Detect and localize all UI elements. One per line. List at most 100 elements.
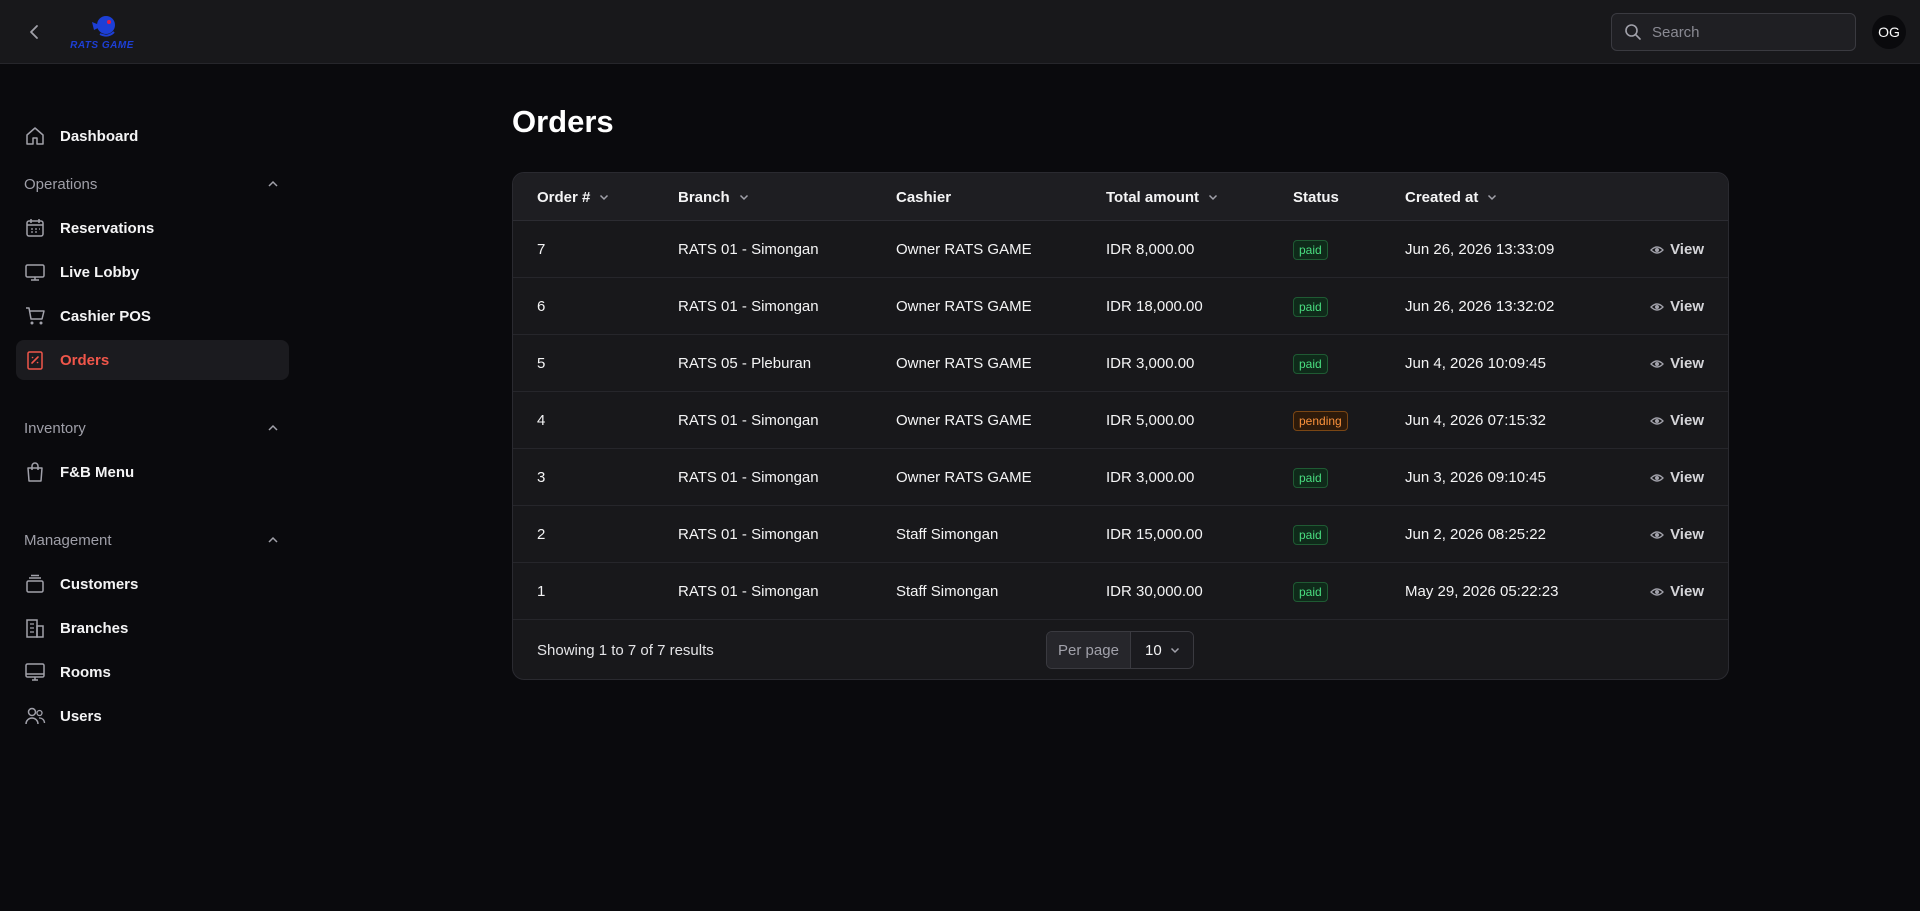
chevron-down-icon xyxy=(738,191,750,203)
brand-logo-text: RATS GAME xyxy=(70,40,134,51)
home-icon xyxy=(24,125,46,147)
search-field[interactable] xyxy=(1611,13,1856,51)
branch-cell: RATS 01 - Simongan xyxy=(678,241,819,258)
sidebar-item-customers[interactable]: Customers xyxy=(16,564,289,604)
order-number-cell: 2 xyxy=(537,526,546,543)
sidebar-item-label: Branches xyxy=(60,619,129,637)
sidebar-item-dashboard[interactable]: Dashboard xyxy=(16,116,289,156)
sidebar-item-rooms[interactable]: Rooms xyxy=(16,652,289,692)
sidebar-item-label: Customers xyxy=(60,575,139,593)
table-row[interactable]: 2 RATS 01 - Simongan Staff Simongan IDR 15,… xyxy=(513,506,1728,563)
table-footer: Showing 1 to 7 of 7 results Per page 10 xyxy=(513,620,1728,679)
sidebar-item-fb-menu[interactable]: F&B Menu xyxy=(16,452,289,492)
sidebar-item-reservations[interactable]: Reservations xyxy=(16,208,289,248)
actions-cell: View xyxy=(1650,392,1704,449)
total-amount-cell: IDR 18,000.00 xyxy=(1106,298,1203,315)
chevron-up-icon xyxy=(268,424,278,431)
table-row[interactable]: 4 RATS 01 - Simongan Owner RATS GAME IDR 5,… xyxy=(513,392,1728,449)
order-number-cell: 3 xyxy=(537,469,546,486)
per-page-control: Per page 10 xyxy=(1046,631,1194,669)
column-header-branch[interactable]: Branch xyxy=(678,173,750,221)
per-page-select[interactable]: 10 xyxy=(1131,632,1193,668)
order-number-cell: 7 xyxy=(537,241,546,258)
cashier-cell: Owner RATS GAME xyxy=(896,241,1032,258)
search-input[interactable] xyxy=(1652,23,1842,41)
sidebar-item-live-lobby[interactable]: Live Lobby xyxy=(16,252,289,292)
search-icon xyxy=(1625,24,1641,40)
cashier-cell: Owner RATS GAME xyxy=(896,355,1032,372)
sidebar-item-users[interactable]: Users xyxy=(16,696,289,736)
group-label: Management xyxy=(24,531,112,549)
order-number-cell: 1 xyxy=(537,583,546,600)
branch-cell: RATS 01 - Simongan xyxy=(678,526,819,543)
group-label: Inventory xyxy=(24,419,86,437)
sidebar-item-label: Live Lobby xyxy=(60,263,140,281)
chevron-left-icon xyxy=(30,25,38,39)
per-page-label: Per page xyxy=(1047,632,1131,668)
branch-cell: RATS 01 - Simongan xyxy=(678,412,819,429)
total-amount-cell: IDR 15,000.00 xyxy=(1106,526,1203,543)
results-summary: Showing 1 to 7 of 7 results xyxy=(537,641,714,659)
cashier-cell: Owner RATS GAME xyxy=(896,298,1032,315)
actions-cell: View xyxy=(1650,335,1704,392)
branch-cell: RATS 05 - Pleburan xyxy=(678,355,812,372)
column-label: Status xyxy=(1293,188,1339,206)
status-badge: paid xyxy=(1293,581,1328,602)
status-cell: paid xyxy=(1293,221,1328,278)
branch-cell: RATS 01 - Simongan xyxy=(678,469,819,486)
eye-icon xyxy=(1650,528,1664,542)
table-row[interactable]: 7 RATS 01 - Simongan Owner RATS GAME IDR 8,… xyxy=(513,221,1728,278)
back-button[interactable] xyxy=(22,20,46,44)
group-operations-toggle[interactable]: Operations xyxy=(24,172,280,196)
sidebar-item-branches[interactable]: Branches xyxy=(16,608,289,648)
group-inventory-toggle[interactable]: Inventory xyxy=(24,416,280,440)
view-order-link[interactable]: View xyxy=(1650,412,1704,429)
sidebar-item-cashier-pos[interactable]: Cashier POS xyxy=(16,296,289,336)
view-order-link[interactable]: View xyxy=(1650,298,1704,315)
page-title: Orders xyxy=(512,104,614,139)
total-amount-cell: IDR 5,000.00 xyxy=(1106,412,1195,429)
table-row[interactable]: 3 RATS 01 - Simongan Owner RATS GAME IDR 3,… xyxy=(513,449,1728,506)
table-row[interactable]: 5 RATS 05 - Pleburan Owner RATS GAME IDR 3,… xyxy=(513,335,1728,392)
view-order-link[interactable]: View xyxy=(1650,241,1704,258)
building-icon xyxy=(24,617,46,639)
view-label: View xyxy=(1670,526,1704,543)
table-row[interactable]: 6 RATS 01 - Simongan Owner RATS GAME IDR 18… xyxy=(513,278,1728,335)
eye-icon xyxy=(1650,357,1664,371)
receipt-icon xyxy=(24,349,46,371)
column-label: Created at xyxy=(1405,188,1479,206)
column-header-order[interactable]: Order # xyxy=(537,173,610,221)
users-icon xyxy=(24,705,46,727)
created-at-cell: Jun 26, 2026 13:32:02 xyxy=(1405,298,1555,315)
sidebar-item-label: F&B Menu xyxy=(60,463,135,481)
group-management-toggle[interactable]: Management xyxy=(24,528,280,552)
cashier-cell: Owner RATS GAME xyxy=(896,412,1032,429)
table-row[interactable]: 1 RATS 01 - Simongan Staff Simongan IDR 30,… xyxy=(513,563,1728,620)
created-at-cell: Jun 4, 2026 10:09:45 xyxy=(1405,355,1546,372)
total-amount-cell: IDR 3,000.00 xyxy=(1106,355,1195,372)
actions-cell: View xyxy=(1650,221,1704,278)
column-label: Total amount xyxy=(1106,188,1200,206)
view-order-link[interactable]: View xyxy=(1650,526,1704,543)
chevron-down-icon xyxy=(1170,647,1180,654)
monitor-icon xyxy=(24,261,46,283)
branch-cell: RATS 01 - Simongan xyxy=(678,583,819,600)
sidebar: Dashboard Operations Reservations Live L… xyxy=(0,64,300,911)
orders-table: Order # Branch Cashier Total amount Stat… xyxy=(512,172,1729,680)
sidebar-item-label: Reservations xyxy=(60,219,155,237)
view-order-link[interactable]: View xyxy=(1650,583,1704,600)
order-number-cell: 6 xyxy=(537,298,546,315)
user-avatar[interactable]: OG xyxy=(1872,15,1906,49)
status-cell: paid xyxy=(1293,563,1328,620)
view-label: View xyxy=(1670,412,1704,429)
column-header-total-amount[interactable]: Total amount xyxy=(1106,173,1219,221)
sidebar-item-orders[interactable]: Orders xyxy=(16,340,289,380)
column-label: Order # xyxy=(537,188,591,206)
column-header-created-at[interactable]: Created at xyxy=(1405,173,1498,221)
view-order-link[interactable]: View xyxy=(1650,355,1704,372)
eye-icon xyxy=(1650,471,1664,485)
created-at-cell: Jun 2, 2026 08:25:22 xyxy=(1405,526,1546,543)
view-order-link[interactable]: View xyxy=(1650,469,1704,486)
cashier-cell: Owner RATS GAME xyxy=(896,469,1032,486)
column-header-status: Status xyxy=(1293,173,1339,221)
